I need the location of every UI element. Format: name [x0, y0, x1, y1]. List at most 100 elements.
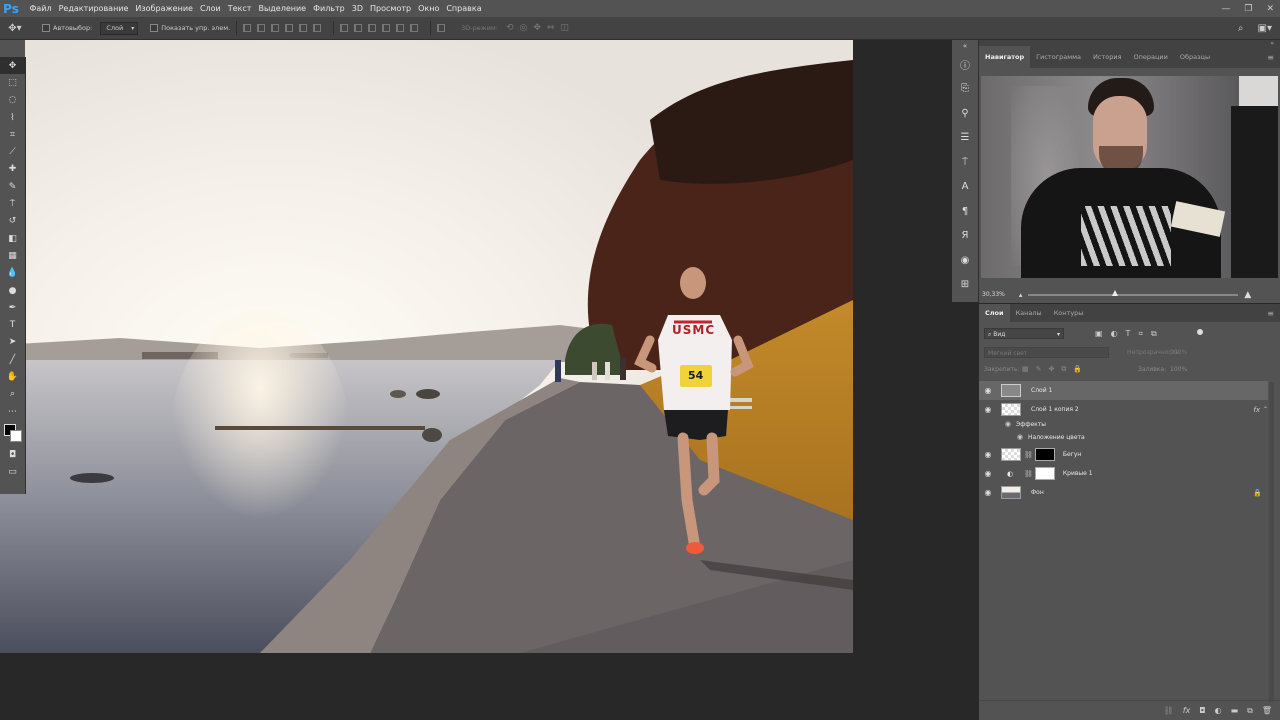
filter-shape-icon[interactable]: ⌗ — [1138, 329, 1143, 339]
adjustments-icon[interactable]: ⚲ — [952, 101, 978, 126]
autoselect-dropdown[interactable]: Слой — [100, 21, 139, 35]
glyphs-icon[interactable]: Я — [952, 224, 978, 249]
brush-settings-icon[interactable]: ☰ — [952, 126, 978, 151]
visibility-eye-icon[interactable]: ◉ — [979, 386, 997, 395]
align-hcenter-icon[interactable] — [299, 24, 308, 32]
show-transform-toggle[interactable]: Показать упр. элем. — [150, 24, 230, 32]
visibility-eye-icon[interactable]: ◉ — [979, 433, 1023, 441]
opacity-value[interactable]: 100% — [1170, 349, 1187, 356]
minimize-icon[interactable]: — — [1221, 4, 1230, 14]
distribute-top-icon[interactable] — [340, 24, 349, 32]
visibility-eye-icon[interactable]: ◉ — [979, 450, 997, 459]
gradient-tool-icon[interactable]: ▦ — [0, 247, 25, 264]
distribute-hcenter-icon[interactable] — [396, 24, 405, 32]
layer-row-background[interactable]: ◉ Фон 🔒 — [979, 483, 1268, 502]
align-top-icon[interactable] — [243, 24, 252, 32]
hand-tool-icon[interactable]: ✋ — [0, 368, 25, 385]
show-transform-checkbox[interactable] — [150, 24, 159, 32]
autoselect-checkbox[interactable] — [42, 24, 50, 32]
visibility-eye-icon[interactable]: ◉ — [979, 420, 1011, 428]
move-tool-preset-icon[interactable]: ✥▾ — [0, 23, 30, 34]
line-tool-icon[interactable]: ╱ — [0, 351, 25, 368]
visibility-eye-icon[interactable]: ◉ — [979, 488, 997, 497]
menu-file[interactable]: Файл — [26, 4, 55, 13]
blend-mode-dropdown[interactable]: Мягкий свет — [984, 347, 1109, 358]
link-layers-icon[interactable]: ⛓ — [1164, 706, 1174, 715]
blur-tool-icon[interactable]: 💧 — [0, 265, 25, 282]
distribute-right-icon[interactable] — [410, 24, 419, 32]
menu-filter[interactable]: Фильтр — [310, 4, 349, 13]
search-icon[interactable]: ⌕ — [1238, 23, 1244, 34]
visibility-eye-icon[interactable]: ◉ — [979, 405, 997, 414]
visibility-eye-icon[interactable]: ◉ — [979, 469, 997, 478]
lock-transparent-icon[interactable]: ▦ — [1022, 365, 1029, 374]
menu-type[interactable]: Текст — [224, 4, 255, 13]
new-group-icon[interactable]: ▬ — [1231, 706, 1239, 715]
layer-row-sloy1[interactable]: ◉ Слой 1 — [979, 381, 1268, 400]
collapse-effects-icon[interactable]: ⌃ — [1263, 406, 1268, 413]
crop-tool-icon[interactable]: ⌗ — [0, 126, 25, 143]
3d-tools-icons[interactable]: ⟲◎✥⇔◫ — [506, 23, 575, 33]
filter-adjustment-icon[interactable]: ◐ — [1111, 329, 1118, 339]
new-adjustment-icon[interactable]: ◐ — [1215, 706, 1222, 715]
panel-menu-icon[interactable]: ≡ — [1267, 309, 1280, 318]
align-vcenter-icon[interactable] — [257, 24, 266, 32]
menu-help[interactable]: Справка — [443, 4, 485, 13]
screen-mode-icon[interactable]: ▭ — [0, 464, 25, 481]
lock-pixels-icon[interactable]: ✎ — [1036, 365, 1042, 374]
maximize-icon[interactable]: ❐ — [1244, 4, 1252, 14]
marquee-tool-icon[interactable]: ⬚ — [0, 74, 25, 91]
menu-layers[interactable]: Слои — [196, 4, 224, 13]
clone-source-icon[interactable]: ⍑ — [952, 150, 978, 175]
tab-history[interactable]: История — [1087, 46, 1127, 68]
filter-smart-icon[interactable]: ⧉ — [1151, 329, 1157, 339]
path-selection-tool-icon[interactable]: ➤ — [0, 334, 25, 351]
menu-select[interactable]: Выделение — [255, 4, 310, 13]
type-tool-icon[interactable]: T — [0, 316, 25, 333]
lock-all-icon[interactable]: 🔒 — [1073, 365, 1082, 374]
layer-filter-dropdown[interactable]: ⌕ Вид ▾ — [984, 328, 1064, 339]
info-icon[interactable]: ⓘ — [952, 52, 978, 77]
more-tools-icon[interactable]: ⋯ — [0, 403, 25, 420]
eyedropper-tool-icon[interactable]: ⟋ — [0, 143, 25, 160]
filter-pixel-icon[interactable]: ▣ — [1095, 329, 1103, 339]
menu-view[interactable]: Просмотр — [367, 4, 415, 13]
history-brush-tool-icon[interactable]: ↺ — [0, 213, 25, 230]
zoom-in-icon[interactable]: ▲ — [1244, 290, 1251, 300]
layer-mask-thumbnail[interactable] — [1034, 467, 1055, 480]
new-layer-icon[interactable]: ⧉ — [1247, 706, 1253, 716]
menu-window[interactable]: Окно — [415, 4, 443, 13]
panel-menu-icon[interactable]: ≡ — [1267, 53, 1280, 62]
auto-align-icon[interactable] — [437, 24, 446, 32]
zoom-slider[interactable] — [1028, 289, 1239, 296]
tab-navigator[interactable]: Навигатор — [979, 46, 1031, 68]
distribute-bottom-icon[interactable] — [368, 24, 377, 32]
tab-swatches[interactable]: Образцы — [1174, 46, 1216, 68]
tab-actions[interactable]: Операции — [1127, 46, 1173, 68]
zoom-value[interactable]: 30,33% — [982, 291, 1005, 298]
zoom-out-icon[interactable]: ▴ — [1019, 291, 1023, 299]
close-icon[interactable]: ✕ — [1266, 4, 1274, 14]
align-bottom-icon[interactable] — [271, 24, 280, 32]
brush-tool-icon[interactable]: ✎ — [0, 178, 25, 195]
zoom-slider-handle[interactable] — [1112, 289, 1119, 296]
add-mask-icon[interactable]: ◘ — [1199, 706, 1205, 715]
menu-3d[interactable]: 3D — [348, 4, 366, 13]
move-tool-icon[interactable]: ✥ — [0, 57, 25, 75]
tab-paths[interactable]: Контуры — [1048, 304, 1090, 322]
workspace-icon[interactable]: ▣▾ — [1258, 23, 1272, 34]
quick-select-tool-icon[interactable]: ⌇ — [0, 109, 25, 126]
collapse-panels-icon[interactable]: « — [952, 40, 978, 52]
align-right-icon[interactable] — [313, 24, 322, 32]
tab-channels[interactable]: Каналы — [1010, 304, 1048, 322]
distribute-vcenter-icon[interactable] — [354, 24, 363, 32]
layer-row-curves[interactable]: ◉ ◐ ⛓ Кривые 1 — [979, 464, 1268, 483]
delete-layer-icon[interactable]: 🗑 — [1262, 706, 1272, 715]
tab-layers[interactable]: Слои — [979, 304, 1010, 322]
layer-effect-color-overlay[interactable]: ◉ Наложение цвета — [979, 430, 1268, 444]
menu-edit[interactable]: Редактирование — [55, 4, 132, 13]
quick-mask-icon[interactable]: ◘ — [0, 446, 25, 463]
healing-brush-tool-icon[interactable]: ✚ — [0, 161, 25, 178]
layers-scrollbar[interactable] — [1269, 382, 1274, 702]
color-swatches[interactable] — [0, 420, 25, 446]
